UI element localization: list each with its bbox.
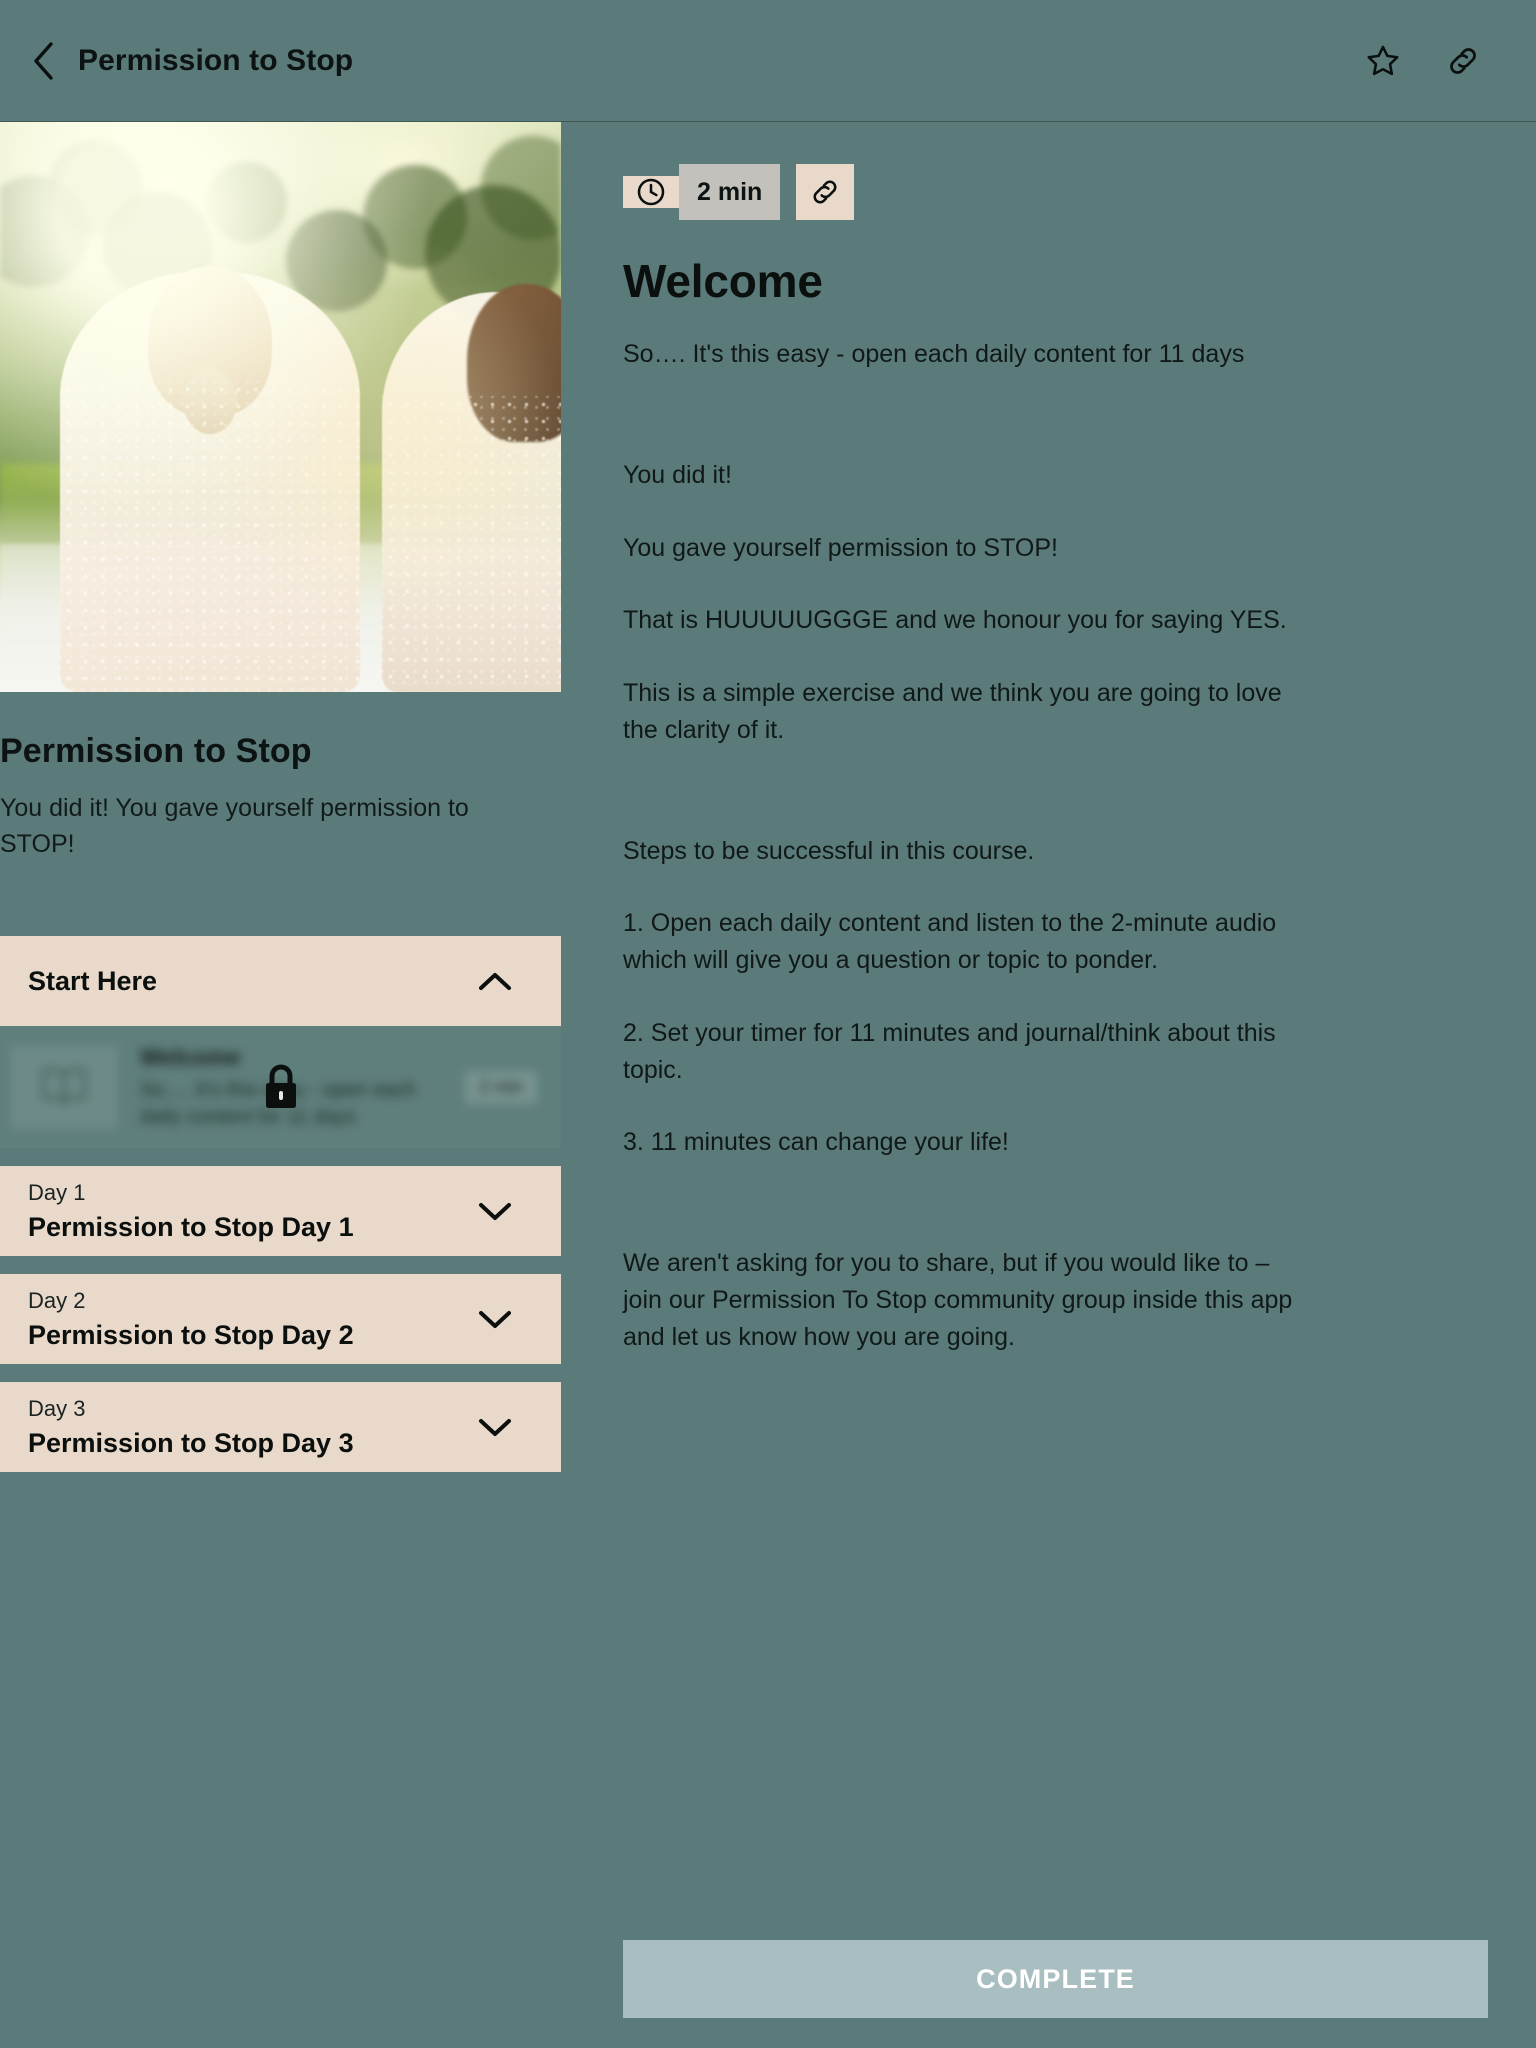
star-icon[interactable] bbox=[1362, 40, 1404, 82]
hero-person-left bbox=[60, 266, 360, 692]
accordion-section-eyebrow: Day 2 bbox=[28, 1287, 86, 1313]
link-icon[interactable] bbox=[1442, 40, 1484, 82]
content-area: Permission to Stop You did it! You gave … bbox=[0, 122, 1536, 2048]
accordion-section-eyebrow: Day 1 bbox=[28, 1179, 86, 1205]
accordion-divider-2 bbox=[0, 1256, 561, 1274]
accordion-section-label: Start Here bbox=[28, 965, 158, 996]
lock-icon bbox=[258, 1061, 304, 1113]
lesson-meta-row: 2 min bbox=[623, 164, 1488, 220]
accordion-section-label: Permission to Stop Day 3 bbox=[28, 1427, 354, 1458]
lesson-item-duration: 2 min bbox=[464, 1070, 537, 1104]
lesson-paragraph: You gave yourself permission to STOP! bbox=[623, 533, 1058, 562]
lesson-duration-chip: 2 min bbox=[623, 164, 781, 220]
clock-icon bbox=[623, 176, 679, 208]
course-title: Permission to Stop bbox=[0, 732, 312, 770]
lesson-link-icon[interactable] bbox=[796, 164, 855, 220]
accordion-section-label: Permission to Stop Day 1 bbox=[28, 1211, 354, 1242]
lesson-paragraph: We aren't asking for you to share, but i… bbox=[623, 1249, 1293, 1351]
accordion-row-text: Day 2 Permission to Stop Day 2 bbox=[28, 1288, 354, 1351]
app-header-actions bbox=[1362, 40, 1506, 82]
accordion-divider-3 bbox=[0, 1364, 561, 1382]
lesson-step: 1. Open each daily content and listen to… bbox=[623, 909, 1277, 974]
accordion-section-day-2[interactable]: Day 2 Permission to Stop Day 2 bbox=[0, 1274, 561, 1364]
hero-person-right bbox=[382, 284, 561, 692]
course-sidebar: Permission to Stop You did it! You gave … bbox=[0, 122, 561, 2048]
curriculum-accordion: Start Here Welcome So…. It's this - open… bbox=[0, 936, 561, 1472]
lesson-item-welcome-locked[interactable]: Welcome So…. It's this easy - open each … bbox=[0, 1026, 561, 1148]
accordion-section-day-3[interactable]: Day 3 Permission to Stop Day 3 bbox=[0, 1382, 561, 1472]
lesson-step: 3. 11 minutes can change your life! bbox=[623, 1128, 1009, 1157]
chevron-down-icon[interactable] bbox=[473, 1200, 517, 1222]
chevron-up-icon[interactable] bbox=[473, 970, 517, 992]
lesson-paragraph: You did it! bbox=[623, 460, 732, 489]
book-icon bbox=[10, 1045, 118, 1129]
hero-person-left-lace bbox=[60, 381, 360, 692]
lesson-body: So…. It's this easy - open each daily co… bbox=[623, 336, 1488, 1355]
back-button[interactable] bbox=[30, 40, 56, 82]
lesson-title: Welcome bbox=[623, 255, 823, 307]
lesson-duration: 2 min bbox=[679, 164, 781, 220]
accordion-section-eyebrow: Day 3 bbox=[28, 1395, 86, 1421]
complete-button[interactable]: COMPLETE bbox=[623, 1940, 1488, 2018]
lesson-paragraph: That is HUUUUUGGGE and we honour you for… bbox=[623, 606, 1287, 635]
lesson-steps-heading: Steps to be successful in this course. bbox=[623, 836, 1035, 865]
accordion-section-label: Permission to Stop Day 2 bbox=[28, 1319, 354, 1350]
lesson-panel: 2 min Welcome So…. It's this easy - open… bbox=[561, 122, 1536, 2048]
hero-person-right-lace bbox=[382, 396, 561, 692]
app-header: Permission to Stop bbox=[0, 0, 1536, 122]
lesson-step: 2. Set your timer for 11 minutes and jou… bbox=[623, 1018, 1276, 1084]
accordion-section-start-here[interactable]: Start Here bbox=[0, 936, 561, 1026]
accordion-row-text: Day 3 Permission to Stop Day 3 bbox=[28, 1396, 354, 1459]
course-summary: Permission to Stop You did it! You gave … bbox=[0, 732, 561, 862]
page-title: Permission to Stop bbox=[78, 43, 354, 77]
lesson-paragraph: This is a simple exercise and we think y… bbox=[623, 679, 1282, 744]
course-subtitle: You did it! You gave yourself permission… bbox=[0, 794, 469, 858]
chevron-down-icon[interactable] bbox=[473, 1416, 517, 1438]
lesson-intro: So…. It's this easy - open each daily co… bbox=[623, 340, 1245, 368]
accordion-section-day-1[interactable]: Day 1 Permission to Stop Day 1 bbox=[0, 1166, 561, 1256]
app-header-left: Permission to Stop bbox=[30, 40, 1362, 82]
chevron-down-icon[interactable] bbox=[473, 1308, 517, 1330]
accordion-row-text: Day 1 Permission to Stop Day 1 bbox=[28, 1180, 354, 1243]
course-hero-image bbox=[0, 122, 561, 692]
accordion-divider-1 bbox=[0, 1148, 561, 1166]
